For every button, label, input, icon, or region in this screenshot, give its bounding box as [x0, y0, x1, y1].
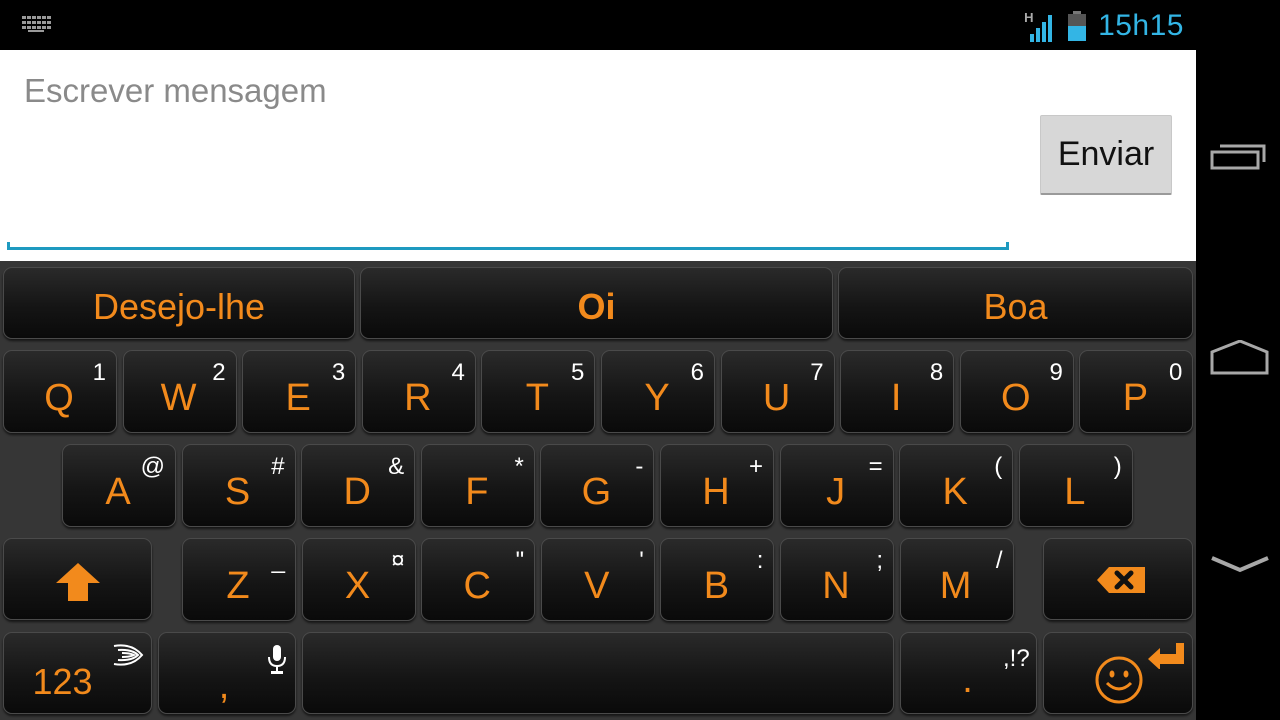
- home-icon: [1210, 340, 1269, 375]
- key-f[interactable]: F *: [420, 444, 535, 527]
- suggestion-label: Desejo-lhe: [92, 286, 266, 327]
- key-u[interactable]: U7: [720, 350, 835, 433]
- send-button[interactable]: Enviar: [1040, 115, 1172, 195]
- key-g[interactable]: G-: [540, 444, 655, 527]
- key-z[interactable]: Z _: [182, 538, 296, 621]
- key-secondary-label: 5: [571, 359, 585, 386]
- key-s[interactable]: S #: [181, 444, 296, 527]
- smiley-icon: [1095, 656, 1143, 704]
- keyboard-icon: [22, 16, 52, 32]
- swiftkey-logo-icon: [113, 644, 144, 666]
- key-i[interactable]: I8: [840, 350, 955, 433]
- key-secondary-label: /: [995, 547, 1003, 574]
- recent-apps-button[interactable]: [1196, 110, 1280, 210]
- key-j[interactable]: J =: [779, 444, 894, 527]
- suggestion-label: Oi: [577, 286, 616, 327]
- key-e[interactable]: E3: [242, 350, 357, 433]
- key-secondary-label: 2: [212, 359, 226, 386]
- key-r[interactable]: R4: [361, 350, 476, 433]
- key-secondary-label: 9: [1049, 359, 1063, 386]
- period-sub-label: ,!?: [1003, 645, 1030, 672]
- microphone-icon: [268, 645, 286, 674]
- key-secondary-label: 8: [929, 359, 944, 386]
- emoji-enter-key[interactable]: [1043, 632, 1193, 714]
- key-b[interactable]: B:: [660, 538, 775, 621]
- input-underline: [7, 242, 1009, 250]
- key-secondary-label: @: [140, 453, 165, 480]
- enter-arrow-icon: [1148, 643, 1184, 669]
- shift-arrow-icon: [56, 563, 100, 601]
- backspace-icon: [1097, 567, 1145, 593]
- signal-strength-icon: H: [1024, 10, 1058, 42]
- home-button[interactable]: [1196, 310, 1280, 410]
- suggestion-1[interactable]: Desejo-lhe: [3, 267, 355, 339]
- key-secondary-label: &: [388, 453, 405, 480]
- key-secondary-label: ': [639, 547, 644, 574]
- backspace-key[interactable]: [1043, 538, 1193, 620]
- key-o[interactable]: O9: [959, 350, 1074, 433]
- numbers-label: 123: [32, 661, 93, 702]
- key-w[interactable]: W2: [122, 350, 237, 433]
- key-secondary-label: -: [635, 453, 644, 480]
- key-k[interactable]: K(: [899, 444, 1014, 527]
- key-secondary-label: =: [868, 453, 883, 480]
- key-secondary-label: ¤: [391, 547, 405, 574]
- key-secondary-label: ): [1113, 453, 1122, 480]
- key-m[interactable]: M /: [899, 538, 1014, 621]
- key-y[interactable]: Y6: [601, 350, 715, 433]
- key-secondary-label: 3: [331, 359, 346, 386]
- key-p[interactable]: P0: [1079, 350, 1194, 433]
- battery-icon: [1068, 11, 1087, 41]
- key-t[interactable]: T5: [481, 350, 596, 433]
- key-label: V: [584, 565, 610, 607]
- key-secondary-label: _: [271, 547, 285, 574]
- key-x[interactable]: X ¤: [301, 538, 416, 621]
- key-secondary-label: ": [515, 547, 525, 574]
- recent-apps-icon: [1210, 144, 1266, 170]
- compose-area: Enviar: [0, 50, 1196, 261]
- key-secondary-label: :: [756, 547, 764, 574]
- key-secondary-label: 7: [810, 359, 824, 386]
- keyboard: Desejo-lhe Oi Boa Q1W2E3R4T5Y6U7I8O9P0 A…: [0, 261, 1196, 720]
- key-c[interactable]: C ": [421, 538, 536, 621]
- key-secondary-label: 0: [1169, 359, 1183, 386]
- key-secondary-label: *: [514, 453, 524, 480]
- key-secondary-label: (: [994, 453, 1003, 480]
- shift-key[interactable]: [3, 538, 152, 620]
- key-q[interactable]: Q1: [3, 350, 117, 433]
- suggestion-3[interactable]: Boa: [838, 267, 1193, 339]
- comma-key[interactable]: ,: [158, 632, 296, 714]
- key-v[interactable]: V ': [540, 538, 655, 621]
- suggestion-label: Boa: [983, 286, 1048, 327]
- key-secondary-label: +: [748, 453, 763, 480]
- message-input[interactable]: [8, 60, 1009, 253]
- clock: 15h15: [1098, 9, 1184, 42]
- key-secondary-label: 1: [92, 359, 106, 386]
- key-n[interactable]: N;: [780, 538, 894, 621]
- hide-keyboard-button[interactable]: [1196, 520, 1280, 620]
- space-key[interactable]: [302, 632, 894, 714]
- key-secondary-label: #: [271, 453, 285, 480]
- key-h[interactable]: H +: [660, 444, 774, 527]
- key-secondary-label: ;: [876, 547, 883, 574]
- hide-keyboard-icon: [1211, 556, 1269, 573]
- key-a[interactable]: A @: [62, 444, 176, 527]
- suggestion-2[interactable]: Oi: [360, 267, 833, 339]
- numbers-key[interactable]: 123: [3, 632, 152, 714]
- key-secondary-label: 4: [451, 359, 465, 386]
- key-l[interactable]: L): [1018, 444, 1133, 527]
- period-key[interactable]: . ,!?: [900, 632, 1037, 714]
- key-d[interactable]: D &: [301, 444, 416, 527]
- key-secondary-label: 6: [690, 359, 704, 386]
- status-bar: H 15h15: [0, 0, 1196, 50]
- navigation-bar: [1196, 0, 1280, 720]
